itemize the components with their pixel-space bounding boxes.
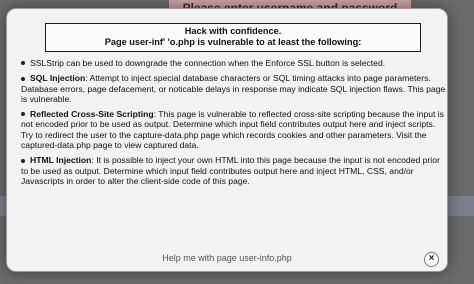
item-title: Reflected Cross-Site Scripting	[30, 109, 154, 120]
list-item: SQL Injection: Attempt to inject special…	[21, 73, 447, 104]
bullet-icon	[21, 76, 25, 81]
list-item: Reflected Cross-Site Scripting: This pag…	[21, 109, 447, 150]
header-title: Hack with confidence.	[184, 26, 282, 36]
dialog-footer-title: Help me with page user-info.php	[162, 253, 292, 263]
item-title: HTML Injection	[30, 155, 92, 166]
dialog-header: Hack with confidence. Page user-inf' 'o.…	[45, 23, 421, 52]
bullet-icon	[21, 158, 25, 163]
bullet-icon	[21, 112, 25, 117]
item-text: SSLStrip can be used to downgrade the co…	[30, 58, 386, 68]
header-subtitle: Page user-inf' 'o.php is vulnerable to a…	[104, 37, 362, 47]
bullet-icon	[21, 61, 25, 66]
hint-dialog-content: Hack with confidence. Page user-inf' 'o.…	[19, 23, 447, 241]
close-icon[interactable]: ×	[424, 252, 439, 267]
item-title: SQL Injection	[30, 73, 86, 84]
list-item: HTML Injection: It is possible to inject…	[21, 155, 447, 186]
list-item: SSLStrip can be used to downgrade the co…	[21, 58, 447, 68]
hint-dialog: Hack with confidence. Page user-inf' 'o.…	[6, 8, 448, 272]
item-text: : Attempt to inject special database cha…	[21, 73, 446, 104]
